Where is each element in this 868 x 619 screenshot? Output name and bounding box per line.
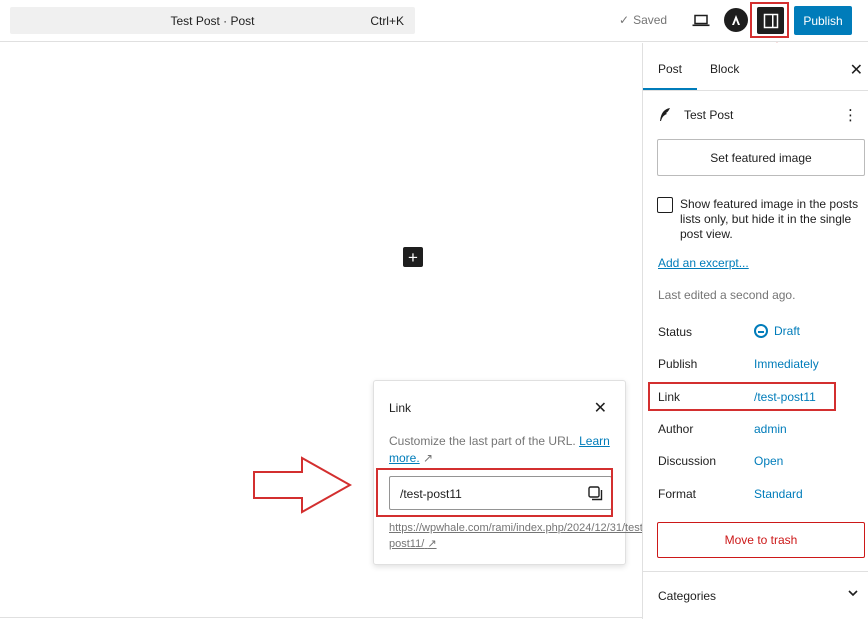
link-popover: Link ✕ Customize the last part of the UR… xyxy=(373,380,646,565)
chevron-down-icon[interactable] xyxy=(846,586,860,600)
slug-value: /test-post11 xyxy=(400,487,462,501)
saved-label: Saved xyxy=(633,13,668,27)
move-to-trash-button[interactable]: Move to trash xyxy=(657,522,865,558)
discussion-value[interactable]: Open xyxy=(754,454,783,468)
full-permalink[interactable]: https://wpwhale.com/rami/index.php/2024/… xyxy=(389,520,646,552)
astra-icon[interactable] xyxy=(724,8,748,32)
saved-status: ✓ Saved xyxy=(619,13,667,27)
publish-label: Publish xyxy=(658,357,698,371)
publish-value[interactable]: Immediately xyxy=(754,357,819,371)
close-icon[interactable]: ✕ xyxy=(850,60,863,80)
command-palette-bar[interactable]: Test Post · Post Ctrl+K xyxy=(10,7,415,34)
discussion-label: Discussion xyxy=(658,454,717,468)
divider xyxy=(0,617,642,618)
last-edited-text: Last edited a second ago. xyxy=(658,288,796,302)
tab-post[interactable]: Post xyxy=(658,62,682,76)
divider xyxy=(643,571,868,572)
status-text[interactable]: Draft xyxy=(774,324,800,338)
format-label: Format xyxy=(658,487,697,501)
format-value[interactable]: Standard xyxy=(754,487,803,501)
sidebar-toggle-icon xyxy=(763,13,778,28)
external-link-icon: ↗ xyxy=(427,538,437,550)
post-summary: Test Post xyxy=(658,107,733,123)
tab-block[interactable]: Block xyxy=(710,62,739,76)
popover-title: Link xyxy=(389,401,412,415)
sidebar-tabs: Post Block ✕ xyxy=(643,43,868,91)
link-label: Link xyxy=(658,390,681,404)
add-excerpt-link[interactable]: Add an excerpt... xyxy=(658,256,749,270)
block-inserter-button[interactable]: + xyxy=(403,247,423,267)
close-icon[interactable]: ✕ xyxy=(594,398,607,418)
slug-input[interactable]: /test-post11 xyxy=(389,476,612,510)
document-title: Test Post · Post xyxy=(170,14,255,28)
view-icon[interactable] xyxy=(688,8,714,34)
link-value[interactable]: /test-post11 xyxy=(754,390,816,404)
quill-icon xyxy=(660,108,670,121)
publish-button[interactable]: Publish xyxy=(794,6,852,35)
categories-panel-toggle[interactable]: Categories xyxy=(658,589,716,603)
post-title: Test Post xyxy=(684,108,734,122)
more-options-icon[interactable]: ⋮ xyxy=(843,106,858,124)
author-value[interactable]: admin xyxy=(754,422,787,436)
checkbox-label: Show featured image in the posts lists o… xyxy=(680,197,859,241)
featured-image-checkbox[interactable] xyxy=(657,197,673,213)
description-text: Customize the last part of the URL. xyxy=(389,434,576,448)
editor-header: Test Post · Post Ctrl+K ✓ Saved Publish xyxy=(0,0,868,42)
set-featured-image-button[interactable]: Set featured image xyxy=(657,139,865,176)
settings-sidebar-button[interactable] xyxy=(757,7,784,34)
annotation-arrow-right-icon xyxy=(253,456,352,514)
settings-sidebar: Post Block ✕ Test Post ⋮ Set featured im… xyxy=(642,43,868,619)
check-icon: ✓ xyxy=(619,13,630,27)
external-link-icon: ↗ xyxy=(423,451,434,465)
status-label: Status xyxy=(658,325,693,339)
status-value[interactable]: Draft xyxy=(754,324,800,338)
shortcut-hint: Ctrl+K xyxy=(370,14,404,28)
copy-icon[interactable] xyxy=(588,486,603,501)
popover-description: Customize the last part of the URL. Lear… xyxy=(389,433,614,467)
draft-status-icon xyxy=(754,324,768,338)
author-label: Author xyxy=(658,422,694,436)
active-tab-indicator xyxy=(643,88,697,90)
